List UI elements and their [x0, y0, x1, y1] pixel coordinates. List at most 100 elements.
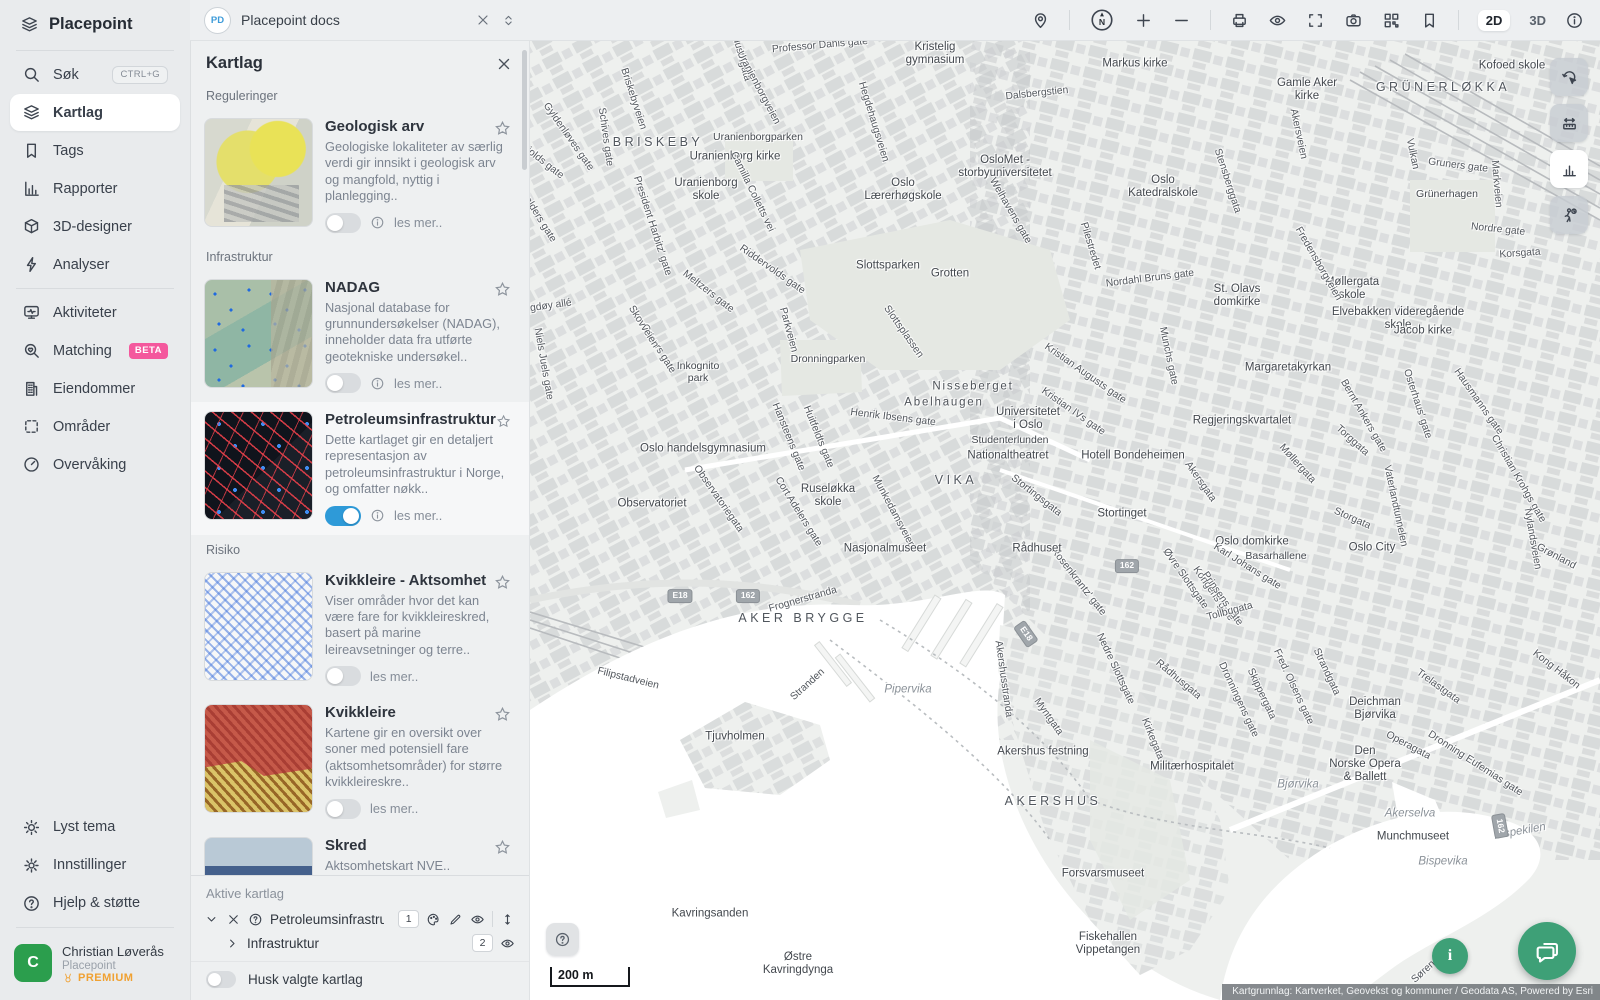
workspace-close-button[interactable] [475, 12, 491, 28]
toggle-visibility-icon [470, 912, 485, 927]
map-label: Uranienborgparken [713, 131, 803, 143]
layer-toggle[interactable] [325, 666, 361, 686]
gauge-icon [22, 455, 41, 474]
star-icon[interactable] [494, 706, 511, 723]
sidebar-item-innstillinger[interactable]: Innstillinger [10, 847, 180, 884]
layer-card-geologisk-arv[interactable]: Geologisk arvGeologiske lokaliteter av s… [190, 109, 529, 242]
layer-card-kvikkleire-aktsomhet[interactable]: Kvikkleire - AktsomhetViser områder hvor… [190, 563, 529, 696]
sun-icon [22, 818, 41, 837]
layer-count-badge: 1 [398, 910, 419, 928]
locate-pin-button[interactable] [1031, 11, 1050, 30]
remember-layers-toggle[interactable] [206, 971, 236, 988]
zoom-out-button[interactable] [1172, 11, 1191, 30]
layers-icon [22, 103, 41, 122]
sidebar-item-hjelp-st-tte[interactable]: Hjelp & støtte [10, 885, 180, 922]
close-icon [495, 55, 513, 73]
layer-description: Kartene gir en oversikt over soner med p… [325, 725, 511, 791]
compass-button[interactable]: N [1089, 7, 1115, 33]
sidebar-item-matching[interactable]: MatchingBETA [10, 332, 180, 369]
mode-3d-button[interactable]: 3D [1529, 13, 1546, 28]
panel-scrollbar[interactable] [522, 50, 527, 170]
measure-button[interactable] [1550, 104, 1588, 142]
screenshot-button[interactable] [1344, 11, 1363, 30]
panel-close-button[interactable] [495, 55, 513, 73]
bookmark-button[interactable] [1420, 11, 1439, 30]
read-more-link[interactable]: les mer.. [370, 801, 418, 816]
medal-icon [62, 972, 74, 984]
star-icon[interactable] [494, 839, 511, 856]
sidebar-item-tags[interactable]: Tags [10, 132, 180, 169]
map-label: Rådhuset [1012, 542, 1061, 555]
map-canvas[interactable]: IndustrigataProfessor Dahls gateKristeli… [530, 40, 1600, 1000]
sidebar-item-aktiviteter[interactable]: Aktiviteter [10, 294, 180, 331]
bar-chart-icon [1560, 160, 1579, 179]
layer-toggle[interactable] [325, 373, 361, 393]
info-icon [1565, 11, 1584, 30]
layer-description: Viser områder hvor det kan være fare for… [325, 593, 511, 659]
active-group-row[interactable]: Infrastruktur2 [190, 931, 529, 955]
chat-fab-button[interactable] [1518, 922, 1576, 980]
sort-chevrons-icon [501, 13, 516, 28]
sidebar-item-3d-designer[interactable]: 3D-designer [10, 208, 180, 245]
shortcut-hint: CTRL+G [112, 66, 168, 84]
divider [16, 288, 174, 289]
layer-card-nadag[interactable]: NADAG Nasjonal database for grunnundersøk… [190, 270, 529, 403]
travel-time-button[interactable] [1550, 196, 1588, 234]
divider [16, 927, 174, 928]
star-icon[interactable] [494, 281, 511, 298]
qr-button[interactable] [1382, 11, 1401, 30]
layer-title: NADAG [325, 279, 380, 296]
app-logo[interactable]: Placepoint [0, 0, 190, 46]
print-button[interactable] [1230, 11, 1249, 30]
workspace-bar: PD Placepoint docs [190, 7, 530, 34]
workspace-badge: PD [204, 7, 231, 34]
star-icon[interactable] [494, 120, 511, 137]
section-label: Infrastruktur [190, 242, 529, 270]
read-more-link[interactable]: les mer.. [394, 215, 442, 230]
chevron-down-icon [204, 912, 219, 927]
map-label: Jacob kirke [1394, 324, 1452, 337]
read-more-link[interactable]: les mer.. [394, 376, 442, 391]
layer-toggle[interactable] [325, 799, 361, 819]
layer-toggle[interactable] [325, 506, 361, 526]
zoom-in-button[interactable] [1134, 11, 1153, 30]
map-label: Oslo City [1349, 541, 1396, 554]
layer-card-petroleumsinfrastruktur[interactable]: PetroleumsinfrastrukturDette kartlaget g… [190, 402, 529, 535]
sidebar-item-omr-der[interactable]: Områder [10, 408, 180, 445]
sidebar-item-overv-king[interactable]: Overvåking [10, 446, 180, 483]
sidebar-item-analyser[interactable]: Analyser [10, 246, 180, 283]
star-icon[interactable] [496, 413, 511, 430]
sidebar-item-s-k[interactable]: SøkCTRL+G [10, 56, 180, 93]
layer-card-kvikkleire[interactable]: KvikkleireKartene gir en oversikt over s… [190, 695, 529, 828]
map-info-button[interactable] [1565, 11, 1584, 30]
visibility-button[interactable] [1268, 11, 1287, 30]
read-more-link[interactable]: les mer.. [394, 508, 442, 523]
sidebar-item-rapporter[interactable]: Rapporter [10, 170, 180, 207]
map-label: Grotten [931, 267, 969, 280]
workspace-switcher-button[interactable] [501, 13, 516, 28]
user-profile[interactable]: C Christian Løverås Placepoint PREMIUM [0, 932, 190, 1000]
layer-description: Nasjonal database for grunnundersøkelser… [325, 300, 511, 366]
read-more-link[interactable]: les mer.. [370, 669, 418, 684]
sidebar-nav-main: SøkCTRL+GKartlagTagsRapporter3D-designer… [0, 55, 190, 284]
star-icon[interactable] [494, 574, 511, 591]
map-label: Margaretakyrkan [1245, 361, 1331, 374]
mode-2d-button[interactable]: 2D [1478, 10, 1511, 31]
active-layer-row[interactable]: Petroleumsinfrastruktur1 [190, 907, 529, 931]
rotate-select-button[interactable] [1550, 58, 1588, 96]
layer-title: Skred [325, 837, 367, 854]
info-fab-button[interactable]: i [1432, 938, 1468, 974]
layer-description: Aktsomhetskart NVE.. [325, 858, 511, 874]
sidebar-item-label: Innstillinger [53, 857, 168, 873]
layer-toggle[interactable] [325, 213, 361, 233]
fullscreen-button[interactable] [1306, 11, 1325, 30]
statistics-button[interactable] [1550, 150, 1588, 188]
close-icon [475, 12, 491, 28]
map-label: Bjørvika [1277, 778, 1319, 791]
premium-badge: PREMIUM [62, 972, 164, 984]
map-help-button[interactable] [546, 923, 579, 956]
sidebar-item-kartlag[interactable]: Kartlag [10, 94, 180, 131]
sidebar-item-eiendommer[interactable]: Eiendommer [10, 370, 180, 407]
sidebar-item-lyst-tema[interactable]: Lyst tema [10, 809, 180, 846]
beta-badge: BETA [129, 343, 168, 359]
